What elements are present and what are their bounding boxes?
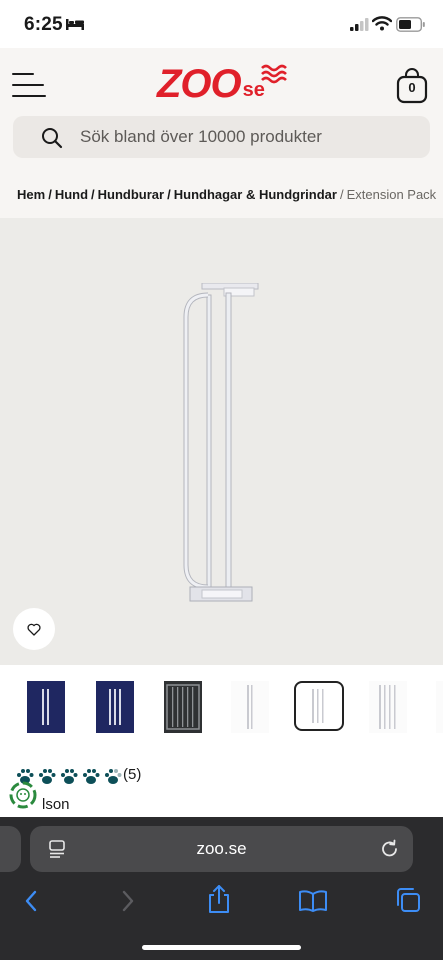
reload-icon[interactable]: [379, 838, 401, 860]
logo-text: ZOO: [157, 62, 242, 106]
bed-icon: [66, 19, 84, 30]
search-icon: [42, 128, 63, 149]
search-placeholder: Sök bland över 10000 produkter: [80, 127, 322, 146]
thumbnail-3[interactable]: [164, 681, 202, 733]
thumbnail-gate-icon: [109, 689, 121, 725]
thumbnail-7[interactable]: [436, 681, 443, 733]
tabs-icon[interactable]: [394, 886, 422, 914]
favorite-button[interactable]: [13, 608, 55, 650]
url-text: zoo.se: [196, 839, 247, 858]
breadcrumb-current: Extension Pack: [346, 187, 437, 202]
thumbnail-gate-icon: [42, 689, 49, 725]
search-input[interactable]: Sök bland över 10000 produkter: [13, 116, 430, 158]
rating-count[interactable]: (5): [123, 766, 141, 783]
breadcrumb-item-dog-cages[interactable]: Hundburar: [98, 187, 164, 202]
status-time: 6:25: [24, 14, 63, 35]
thumbnail-gate-icon: [166, 684, 200, 730]
home-indicator: [142, 945, 301, 950]
breadcrumb-item-home[interactable]: Hem: [17, 187, 45, 202]
heart-icon: [27, 623, 41, 636]
thumbnail-5-selected[interactable]: [294, 681, 344, 731]
share-icon[interactable]: [206, 884, 232, 914]
previous-tab-peek[interactable]: [0, 826, 21, 872]
site-logo[interactable]: ZOO se: [157, 58, 287, 106]
signal-icon: [350, 18, 369, 31]
thumbnail-gate-icon: [312, 689, 324, 723]
breadcrumb: Hem / Hund / Hundburar / Hundhagar & Hundgrind…: [17, 187, 437, 202]
thumbnail-1[interactable]: [27, 681, 65, 733]
thumbnail-gate-icon: [247, 685, 253, 729]
paw-icon: [83, 768, 100, 784]
thumbnail-2[interactable]: [96, 681, 134, 733]
paw-half-icon: [105, 768, 122, 784]
wifi-icon: [372, 16, 392, 31]
seller-name: lson: [42, 796, 70, 813]
cart-button[interactable]: 0: [395, 68, 429, 104]
battery-icon: [396, 17, 425, 32]
forward-icon[interactable]: [117, 888, 137, 914]
logo-waves-icon: [261, 64, 287, 84]
back-icon[interactable]: [22, 888, 42, 914]
breadcrumb-item-dog[interactable]: Hund: [55, 187, 88, 202]
address-bar[interactable]: zoo.se: [30, 826, 413, 872]
product-gate-extension-image: [183, 283, 259, 602]
thumbnail-gate-icon: [379, 685, 396, 729]
thumbnail-4[interactable]: [231, 681, 269, 733]
thumbnail-strip: [0, 665, 443, 753]
breadcrumb-item-dog-gates[interactable]: Hundhagar & Hundgrindar: [174, 187, 337, 202]
paw-icon: [39, 768, 56, 784]
paw-icon: [61, 768, 78, 784]
chat-support-icon[interactable]: [8, 780, 38, 810]
menu-icon[interactable]: [12, 73, 46, 99]
bookmarks-icon[interactable]: [298, 889, 328, 913]
thumbnail-6[interactable]: [369, 681, 407, 733]
cart-count: 0: [408, 80, 416, 95]
